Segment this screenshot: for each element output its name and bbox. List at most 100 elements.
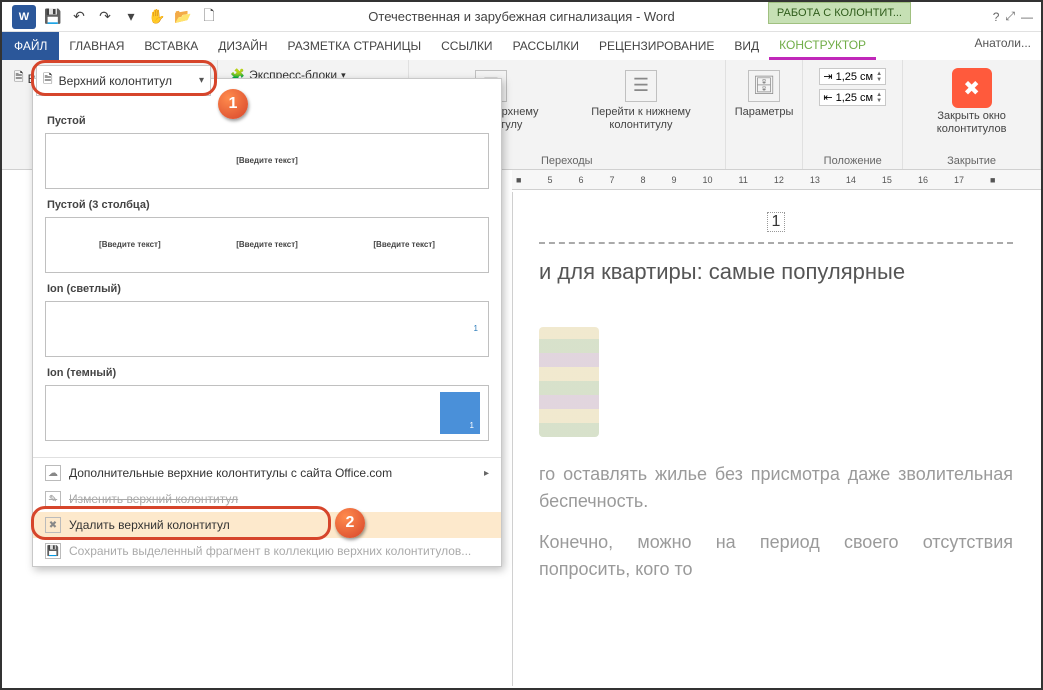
spinner-updown-icon[interactable]: ▲▼ [876, 92, 882, 104]
footer-distance-value: 1,25 см [836, 92, 874, 104]
gallery-scroll[interactable]: Встроенный Пустой [Введите текст] Пустой… [33, 79, 501, 457]
account-label[interactable]: Анатоли... [964, 32, 1041, 60]
menu-label: Удалить верхний колонтитул [69, 518, 230, 532]
edit-icon: ✎ [45, 491, 61, 507]
ribbon-group-close: ✖ Закрыть окно колонтитулов Закрытие [903, 60, 1041, 169]
tab-insert[interactable]: ВСТАВКА [134, 32, 208, 60]
qat-open-icon[interactable]: 📂 [172, 6, 194, 28]
header-distance-spinner[interactable]: ⇥ 1,25 см ▲▼ [819, 68, 886, 85]
document-image-placeholder [539, 327, 599, 437]
menu-label: Сохранить выделенный фрагмент в коллекци… [69, 544, 471, 558]
tab-design[interactable]: ДИЗАЙН [208, 32, 277, 60]
ruler-mark: 11 [739, 175, 748, 185]
placeholder-text: [Введите текст] [236, 240, 298, 249]
ribbon-group-label-nav: Переходы [541, 153, 593, 167]
ribbon-group-label-position: Положение [824, 153, 882, 167]
ruler: ■ 5 6 7 8 9 10 11 12 13 14 15 16 17 ■ [512, 170, 1041, 190]
help-icon[interactable]: ? [993, 10, 1000, 24]
page-number-preview: 1 [474, 324, 478, 333]
touch-mode-icon[interactable]: ✋ [146, 6, 168, 28]
placeholder-text: [Введите текст] [99, 240, 161, 249]
spinner-updown-icon[interactable]: ▲▼ [876, 71, 882, 83]
goto-footer-button[interactable]: ☰ Перейти к нижнему колонтитулу [565, 64, 717, 132]
contextual-tab-title: РАБОТА С КОЛОНТИТ... [768, 2, 911, 24]
gallery-item-ion-dark[interactable]: 1 [45, 385, 489, 441]
ruler-mark: 6 [578, 175, 583, 185]
menu-edit-header[interactable]: ✎ Изменить верхний колонтитул [33, 486, 501, 512]
ruler-mark: ■ [990, 175, 995, 185]
header-dropdown-label: Верхний колонтитул [59, 74, 172, 88]
header-distance-icon: ⇥ [823, 70, 832, 83]
ribbon-group-options: 🗄 Параметры [726, 60, 803, 169]
tab-review[interactable]: РЕЦЕНЗИРОВАНИЕ [589, 32, 724, 60]
document-heading: и для квартиры: самые популярные [539, 258, 1013, 287]
ruler-mark: 13 [810, 175, 820, 185]
ruler-mark: ■ [516, 175, 521, 185]
ruler-mark: 14 [846, 175, 856, 185]
ruler-mark: 5 [547, 175, 552, 185]
chevron-down-icon: ▾ [199, 75, 204, 86]
tab-home[interactable]: ГЛАВНАЯ [59, 32, 134, 60]
goto-footer-icon: ☰ [625, 70, 657, 102]
placeholder-text: [Введите текст] [373, 240, 435, 249]
tab-view[interactable]: ВИД [724, 32, 769, 60]
close-label: Закрыть окно колонтитулов [911, 110, 1032, 136]
header-distance-value: 1,25 см [836, 71, 874, 83]
gallery-menu: ☁ Дополнительные верхние колонтитулы с с… [33, 457, 501, 566]
page-number: 1 [767, 212, 786, 232]
callout-badge-2: 2 [335, 508, 365, 538]
word-app-icon: W [12, 5, 36, 29]
header-dropdown-button-open[interactable]: 🗎 Верхний колонтитул ▾ [36, 65, 211, 96]
ruler-mark: 16 [918, 175, 928, 185]
gallery-item-empty[interactable]: [Введите текст] [45, 133, 489, 189]
redo-icon[interactable]: ↷ [94, 6, 116, 28]
menu-save-selection: 💾 Сохранить выделенный фрагмент в коллек… [33, 538, 501, 564]
save-icon[interactable]: 💾 [42, 6, 64, 28]
menu-more-headers[interactable]: ☁ Дополнительные верхние колонтитулы с с… [33, 460, 501, 486]
callout-badge-1: 1 [218, 89, 248, 119]
ruler-mark: 15 [882, 175, 892, 185]
ruler-mark: 9 [672, 175, 677, 185]
tab-file[interactable]: ФАЙЛ [2, 32, 59, 60]
chevron-right-icon: ▸ [484, 468, 489, 479]
placeholder-text: [Введите текст] [236, 156, 298, 165]
tab-constructor[interactable]: КОНСТРУКТОР [769, 32, 876, 60]
ribbon-options-icon[interactable]: ⤢ [1005, 9, 1015, 24]
minimize-icon[interactable]: — [1021, 10, 1033, 24]
menu-remove-header[interactable]: ✖ Удалить верхний колонтитул [33, 512, 501, 538]
gallery-item-label: Ion (темный) [47, 367, 489, 379]
title-bar: W 💾 ↶ ↷ ▾ ✋ 📂 🗋 Отечественная и зарубежн… [2, 2, 1041, 32]
tab-layout[interactable]: РАЗМЕТКА СТРАНИЦЫ [278, 32, 432, 60]
undo-icon[interactable]: ↶ [68, 6, 90, 28]
ruler-mark: 7 [609, 175, 614, 185]
ribbon-group-position: ⇥ 1,25 см ▲▼ ⇤ 1,25 см ▲▼ Положение [803, 60, 903, 169]
window-title: Отечественная и зарубежная сигнализация … [368, 9, 674, 24]
document-area[interactable]: 1 и для квартиры: самые популярные го ос… [512, 192, 1039, 686]
tab-mailings[interactable]: РАССЫЛКИ [503, 32, 589, 60]
options-label: Параметры [735, 106, 794, 119]
footer-distance-icon: ⇤ [823, 91, 832, 104]
menu-label: Изменить верхний колонтитул [69, 492, 238, 506]
menu-label: Дополнительные верхние колонтитулы с сай… [69, 466, 392, 480]
ruler-mark: 12 [774, 175, 784, 185]
page-number-preview: 1 [470, 421, 474, 430]
gallery-item-ion-light[interactable]: 1 [45, 301, 489, 357]
tab-references[interactable]: ССЫЛКИ [431, 32, 502, 60]
footer-distance-spinner[interactable]: ⇤ 1,25 см ▲▼ [819, 89, 886, 106]
tab-row: ФАЙЛ ГЛАВНАЯ ВСТАВКА ДИЗАЙН РАЗМЕТКА СТР… [2, 32, 1041, 60]
gallery-item-label: Пустой [47, 115, 489, 127]
gallery-item-label: Ion (светлый) [47, 283, 489, 295]
close-header-footer-button[interactable]: ✖ [952, 68, 992, 108]
qat-print-icon[interactable]: 🗋 [198, 6, 220, 28]
page-icon: 🗎 [43, 70, 53, 91]
options-icon: 🗄 [748, 70, 780, 102]
header-separator [539, 242, 1013, 244]
gallery-item-empty-3-columns[interactable]: [Введите текст] [Введите текст] [Введите… [45, 217, 489, 273]
ruler-mark: 10 [703, 175, 713, 185]
qat-more-icon[interactable]: ▾ [120, 6, 142, 28]
ion-dark-accent [440, 392, 480, 434]
office-icon: ☁ [45, 465, 61, 481]
close-icon: ✖ [963, 76, 980, 101]
header-gallery-dropdown: 🗎 Верхний колонтитул ▾ 1 Встроенный Пуст… [32, 78, 502, 567]
options-button[interactable]: 🗄 Параметры [729, 64, 800, 119]
